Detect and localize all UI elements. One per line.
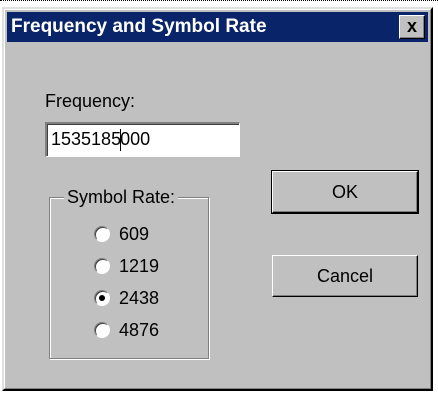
radio-label: 2438 <box>119 287 160 308</box>
close-button[interactable]: x <box>399 15 425 39</box>
dotted-top-border <box>0 0 438 3</box>
frequency-dialog: Frequency and Symbol Rate x Frequency: 1… <box>2 7 433 391</box>
symbol-rate-group: Symbol Rate: 609 1219 2438 4876 <box>49 187 209 359</box>
frequency-input[interactable]: 1535185000 <box>45 122 240 157</box>
radio-button-selected[interactable] <box>94 290 110 306</box>
frequency-label: Frequency: <box>45 91 136 111</box>
ok-button[interactable]: OK <box>271 170 419 214</box>
radio-label: 4876 <box>119 319 160 340</box>
radio-option-1219[interactable]: 1219 <box>94 255 159 277</box>
screenshot-frame: Frequency and Symbol Rate x Frequency: 1… <box>0 0 438 394</box>
radio-button[interactable] <box>94 258 110 274</box>
radio-option-609[interactable]: 609 <box>94 223 149 245</box>
frequency-value-part2: 000 <box>120 129 151 149</box>
radio-option-2438[interactable]: 2438 <box>94 287 159 309</box>
radio-option-4876[interactable]: 4876 <box>94 319 159 341</box>
window-title: Frequency and Symbol Rate <box>11 16 267 37</box>
radio-button[interactable] <box>94 226 110 242</box>
symbol-rate-legend: Symbol Rate: <box>64 187 179 207</box>
close-icon: x <box>406 16 417 36</box>
radio-label: 1219 <box>119 255 160 276</box>
radio-button[interactable] <box>94 322 110 338</box>
cancel-button[interactable]: Cancel <box>272 255 418 297</box>
frequency-value-part1: 1535185 <box>51 129 122 149</box>
title-bar[interactable]: Frequency and Symbol Rate x <box>7 12 428 42</box>
radio-label: 609 <box>119 223 150 244</box>
